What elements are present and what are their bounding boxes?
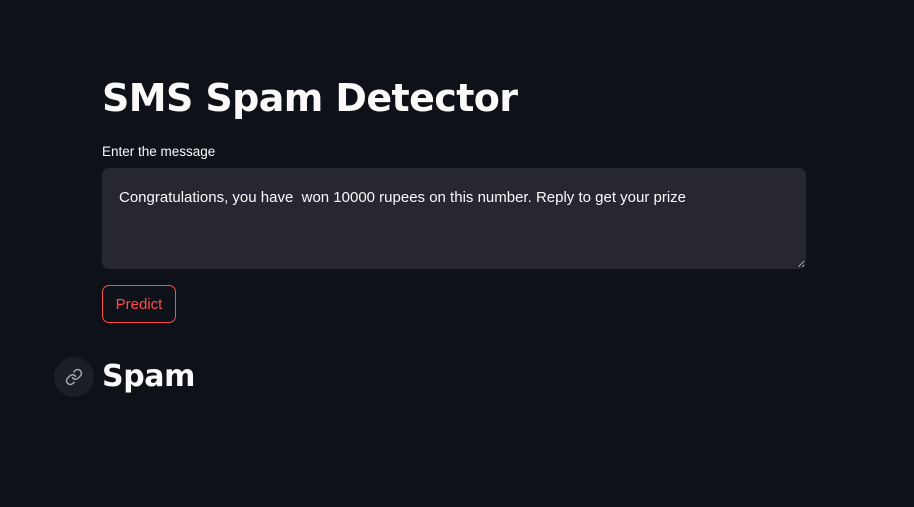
- result-heading: Spam: [102, 359, 195, 394]
- predict-button[interactable]: Predict: [102, 285, 176, 323]
- heading-anchor-link[interactable]: [54, 357, 94, 397]
- page-title: SMS Spam Detector: [102, 76, 518, 120]
- link-icon: [65, 368, 83, 386]
- message-label: Enter the message: [102, 144, 216, 159]
- message-textarea[interactable]: Congratulations, you have won 10000 rupe…: [102, 168, 806, 269]
